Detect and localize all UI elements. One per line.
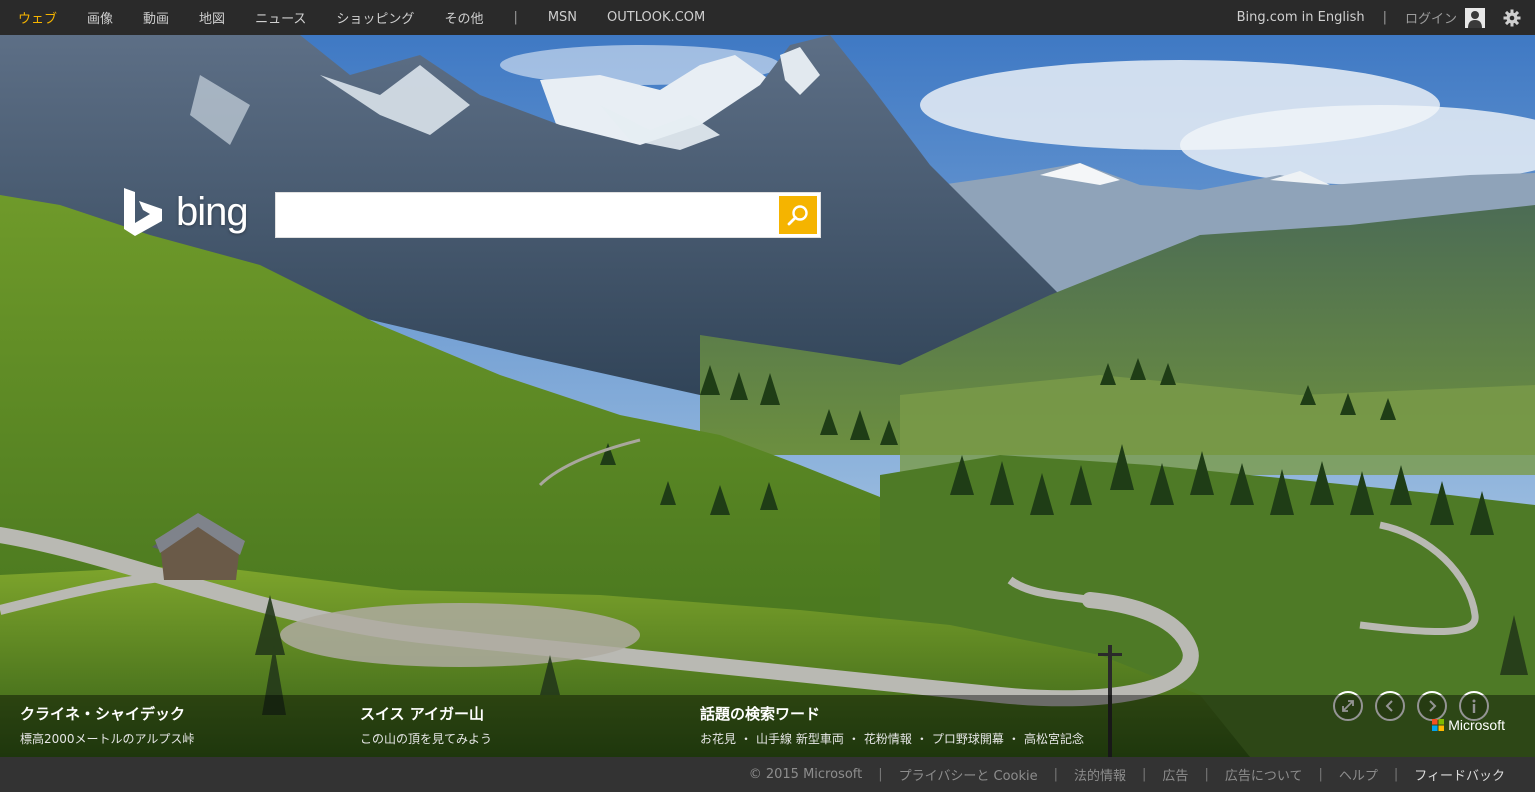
nav-maps[interactable]: 地図: [199, 8, 225, 27]
bing-logo[interactable]: bing: [122, 187, 249, 237]
top-bar: ウェブ 画像 動画 地図 ニュース ショッピング その他 | MSN OUTLO…: [0, 0, 1535, 35]
caption-subject[interactable]: スイス アイガー山 この山の頂を見てみよう: [360, 703, 492, 747]
top-right-separator: |: [1382, 10, 1387, 25]
nav-images[interactable]: 画像: [87, 8, 113, 27]
trending-separator: ・: [740, 732, 753, 746]
hero-background: bing: [0, 35, 1535, 757]
bing-logo-icon: [124, 188, 162, 236]
trending-item[interactable]: 花粉情報: [864, 732, 912, 746]
caption-location[interactable]: クライネ・シャイデック 標高2000メートルのアルプス峠: [20, 703, 194, 747]
user-icon[interactable]: [1465, 7, 1485, 28]
nav-msn[interactable]: MSN: [548, 10, 577, 25]
nav-web[interactable]: ウェブ: [18, 8, 57, 27]
trending-item[interactable]: 高松宮記念: [1024, 732, 1084, 746]
advertise-link[interactable]: 広告: [1162, 765, 1188, 784]
caption-location-title[interactable]: クライネ・シャイデック: [20, 703, 194, 724]
footer-separator: |: [1142, 767, 1147, 782]
search-box: [275, 192, 821, 238]
bing-wordmark: bing: [176, 189, 249, 234]
nav-separator: |: [513, 10, 518, 25]
nav-more[interactable]: その他: [444, 8, 483, 27]
trending-item[interactable]: お花見: [700, 732, 736, 746]
nav-videos[interactable]: 動画: [143, 8, 169, 27]
english-link[interactable]: Bing.com in English: [1237, 10, 1365, 25]
footer-nav: © 2015 Microsoft | プライバシーと Cookie | 法的情報…: [749, 757, 1505, 792]
caption-strip: クライネ・シャイデック 標高2000メートルのアルプス峠 スイス アイガー山 こ…: [0, 695, 1535, 757]
copyright: © 2015 Microsoft: [748, 767, 863, 782]
search-icon: [786, 203, 810, 227]
top-right-links: Bing.com in English | ログイン: [1237, 0, 1521, 35]
caption-location-subtitle[interactable]: 標高2000メートルのアルプス峠: [20, 730, 194, 747]
nav-outlook[interactable]: OUTLOOK.COM: [607, 10, 705, 25]
footer: © 2015 Microsoft | プライバシーと Cookie | 法的情報…: [0, 757, 1535, 792]
trending-separator: ・: [915, 732, 928, 746]
hero-image: [0, 35, 1535, 757]
caption-subject-title[interactable]: スイス アイガー山: [360, 703, 492, 724]
microsoft-logo[interactable]: Microsoft: [1432, 717, 1505, 733]
about-ads-link[interactable]: 広告について: [1225, 765, 1303, 784]
trending-separator: ・: [847, 732, 860, 746]
top-nav: ウェブ 画像 動画 地図 ニュース ショッピング その他 | MSN OUTLO…: [18, 0, 735, 35]
caption-subject-subtitle[interactable]: この山の頂を見てみよう: [360, 730, 492, 747]
footer-separator: |: [1318, 767, 1323, 782]
login-link[interactable]: ログイン: [1405, 8, 1457, 27]
footer-separator: |: [878, 767, 883, 782]
microsoft-logo-icon: [1432, 719, 1445, 731]
feedback-link[interactable]: フィードバック: [1414, 765, 1505, 784]
help-link[interactable]: ヘルプ: [1339, 765, 1378, 784]
trending-item[interactable]: プロ野球開幕: [932, 732, 1004, 746]
footer-separator: |: [1053, 767, 1059, 782]
gear-icon[interactable]: [1503, 9, 1521, 27]
search-input[interactable]: [282, 196, 776, 234]
trending-list: お花見・山手線 新型車両・花粉情報・プロ野球開幕・高松宮記念: [700, 730, 1084, 747]
trending-searches: 話題の検索ワード お花見・山手線 新型車両・花粉情報・プロ野球開幕・高松宮記念: [700, 703, 1084, 747]
search-button[interactable]: [779, 196, 817, 234]
trending-separator: ・: [1007, 732, 1020, 746]
trending-title: 話題の検索ワード: [700, 705, 821, 723]
nav-shopping[interactable]: ショッピング: [336, 8, 414, 27]
trending-item[interactable]: 山手線 新型車両: [756, 732, 844, 746]
microsoft-text: Microsoft: [1448, 717, 1505, 733]
nav-news[interactable]: ニュース: [255, 8, 306, 27]
footer-separator: |: [1204, 767, 1209, 782]
privacy-link[interactable]: プライバシーと Cookie: [899, 765, 1038, 784]
legal-link[interactable]: 法的情報: [1074, 765, 1126, 784]
footer-separator: |: [1393, 767, 1399, 782]
